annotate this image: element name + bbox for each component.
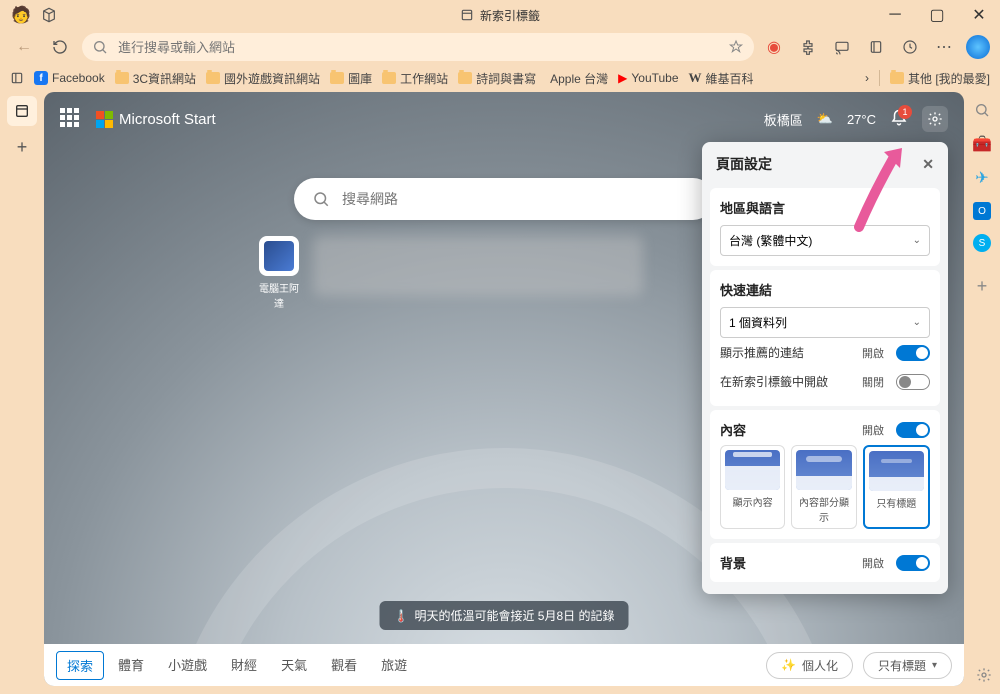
sidebar-search-icon[interactable] (972, 100, 992, 120)
page-settings-button[interactable] (922, 106, 948, 132)
feed-tab[interactable]: 觀看 (321, 651, 367, 680)
layout-option[interactable]: 顯示內容 (720, 445, 785, 529)
maximize-button[interactable]: ▢ (916, 0, 958, 30)
feed-tab[interactable]: 探索 (56, 651, 104, 680)
bookmark-item[interactable]: 國外遊戲資訊網站 (206, 70, 320, 87)
minimize-button[interactable]: ─ (874, 0, 916, 30)
newtab-toggle[interactable] (896, 374, 930, 390)
close-button[interactable]: ✕ (958, 0, 1000, 30)
feed-tab[interactable]: 天氣 (271, 651, 317, 680)
background-toggle[interactable] (896, 555, 930, 571)
feed-tab[interactable]: 小遊戲 (158, 651, 217, 680)
personalize-button[interactable]: ✨個人化 (766, 652, 853, 679)
more-icon[interactable]: ⋯ (932, 35, 956, 59)
temperature: 27°C (847, 112, 876, 127)
weather-icon[interactable]: ⛅ (817, 111, 833, 127)
address-bar[interactable] (82, 33, 754, 61)
bookmark-item[interactable]: 圖庫 (330, 70, 372, 87)
address-input[interactable] (118, 40, 718, 55)
feed-tab[interactable]: 財經 (221, 651, 267, 680)
bookmark-sidebar-toggle[interactable] (10, 71, 24, 85)
promoted-toggle[interactable] (896, 345, 930, 361)
sidebar-shopping-icon[interactable]: 🧰 (972, 134, 992, 154)
new-tab-button[interactable]: + (7, 132, 37, 162)
app-launcher-icon[interactable] (60, 108, 82, 130)
bookmark-overflow[interactable]: › (865, 71, 869, 85)
background-title: 背景 (720, 553, 746, 572)
bookmarks-bar: fFacebook 3C資訊網站 國外遊戲資訊網站 圖庫 工作網站 詩詞與書寫 … (0, 64, 1000, 92)
browser-settings-gear[interactable] (976, 667, 992, 688)
promoted-links-label: 顯示推薦的連結 (720, 344, 804, 361)
feed-tab[interactable]: 體育 (108, 651, 154, 680)
bookmark-item[interactable]: W維基百科 (689, 70, 754, 87)
location-label[interactable]: 板橋區 (764, 110, 803, 129)
favorite-icon[interactable] (728, 39, 744, 55)
bookmark-item[interactable]: 詩詞與書寫 (458, 70, 536, 87)
notification-bell[interactable]: 1 (890, 109, 908, 130)
back-button[interactable]: ← (10, 33, 38, 61)
page-settings-panel: 頁面設定 ✕ 地區與語言 台灣 (繁體中文)⌄ 快速連結 1 個資料列⌄ 顯示推… (702, 142, 948, 594)
layout-select-pill[interactable]: 只有標題 ▾ (863, 652, 952, 679)
blurred-tiles (313, 236, 643, 296)
tile-label: 電腦王阿達 (259, 280, 299, 310)
bookmark-item[interactable]: Apple 台灣 (546, 70, 608, 87)
close-icon[interactable]: ✕ (922, 156, 934, 173)
bookmark-item[interactable]: ▶YouTube (618, 71, 678, 85)
collections-icon[interactable] (864, 35, 888, 59)
content-title: 內容 (720, 420, 746, 439)
sidebar-telegram-icon[interactable]: ✈ (972, 168, 992, 188)
app-icon-1[interactable]: ◉ (762, 35, 786, 59)
extensions-icon[interactable] (796, 35, 820, 59)
sidebar-add-icon[interactable]: + (972, 276, 992, 296)
history-icon[interactable] (898, 35, 922, 59)
window-title: 新索引標籤 (460, 7, 540, 24)
cube-icon[interactable] (40, 6, 58, 24)
web-search-box[interactable] (294, 178, 714, 220)
copilot-icon[interactable] (966, 35, 990, 59)
web-search-input[interactable] (342, 191, 696, 207)
quicklinks-title: 快速連結 (720, 280, 930, 299)
search-icon (312, 190, 330, 208)
sidebar-skype-icon[interactable]: S (973, 234, 991, 252)
bookmark-item[interactable]: 工作網站 (382, 70, 448, 87)
quick-link-tile[interactable]: 電腦王阿達 (259, 236, 299, 310)
bookmark-item[interactable]: 3C資訊網站 (115, 70, 196, 87)
weather-note[interactable]: 🌡️明天的低溫可能會接近 5月8日 的記錄 (380, 601, 629, 630)
quicklinks-select[interactable]: 1 個資料列⌄ (720, 307, 930, 338)
feed-tab[interactable]: 旅遊 (371, 651, 417, 680)
layout-option[interactable]: 只有標題 (863, 445, 930, 529)
workspace-icon[interactable]: 🧑 (12, 6, 30, 24)
microsoft-start-logo[interactable]: Microsoft Start (96, 111, 216, 128)
bookmark-item[interactable]: fFacebook (34, 71, 105, 85)
cast-icon[interactable] (830, 35, 854, 59)
region-select[interactable]: 台灣 (繁體中文)⌄ (720, 225, 930, 256)
layout-option[interactable]: 內容部分顯示 (791, 445, 856, 529)
content-toggle[interactable] (896, 422, 930, 438)
settings-title: 頁面設定 (716, 154, 772, 174)
region-section-title: 地區與語言 (720, 198, 930, 217)
refresh-button[interactable] (46, 33, 74, 61)
newtab-label: 在新索引標籤中開啟 (720, 373, 828, 390)
search-icon (92, 39, 108, 55)
vertical-tab[interactable] (7, 96, 37, 126)
bookmark-other[interactable]: 其他 [我的最愛] (890, 70, 990, 87)
sidebar-outlook-icon[interactable]: O (973, 202, 991, 220)
